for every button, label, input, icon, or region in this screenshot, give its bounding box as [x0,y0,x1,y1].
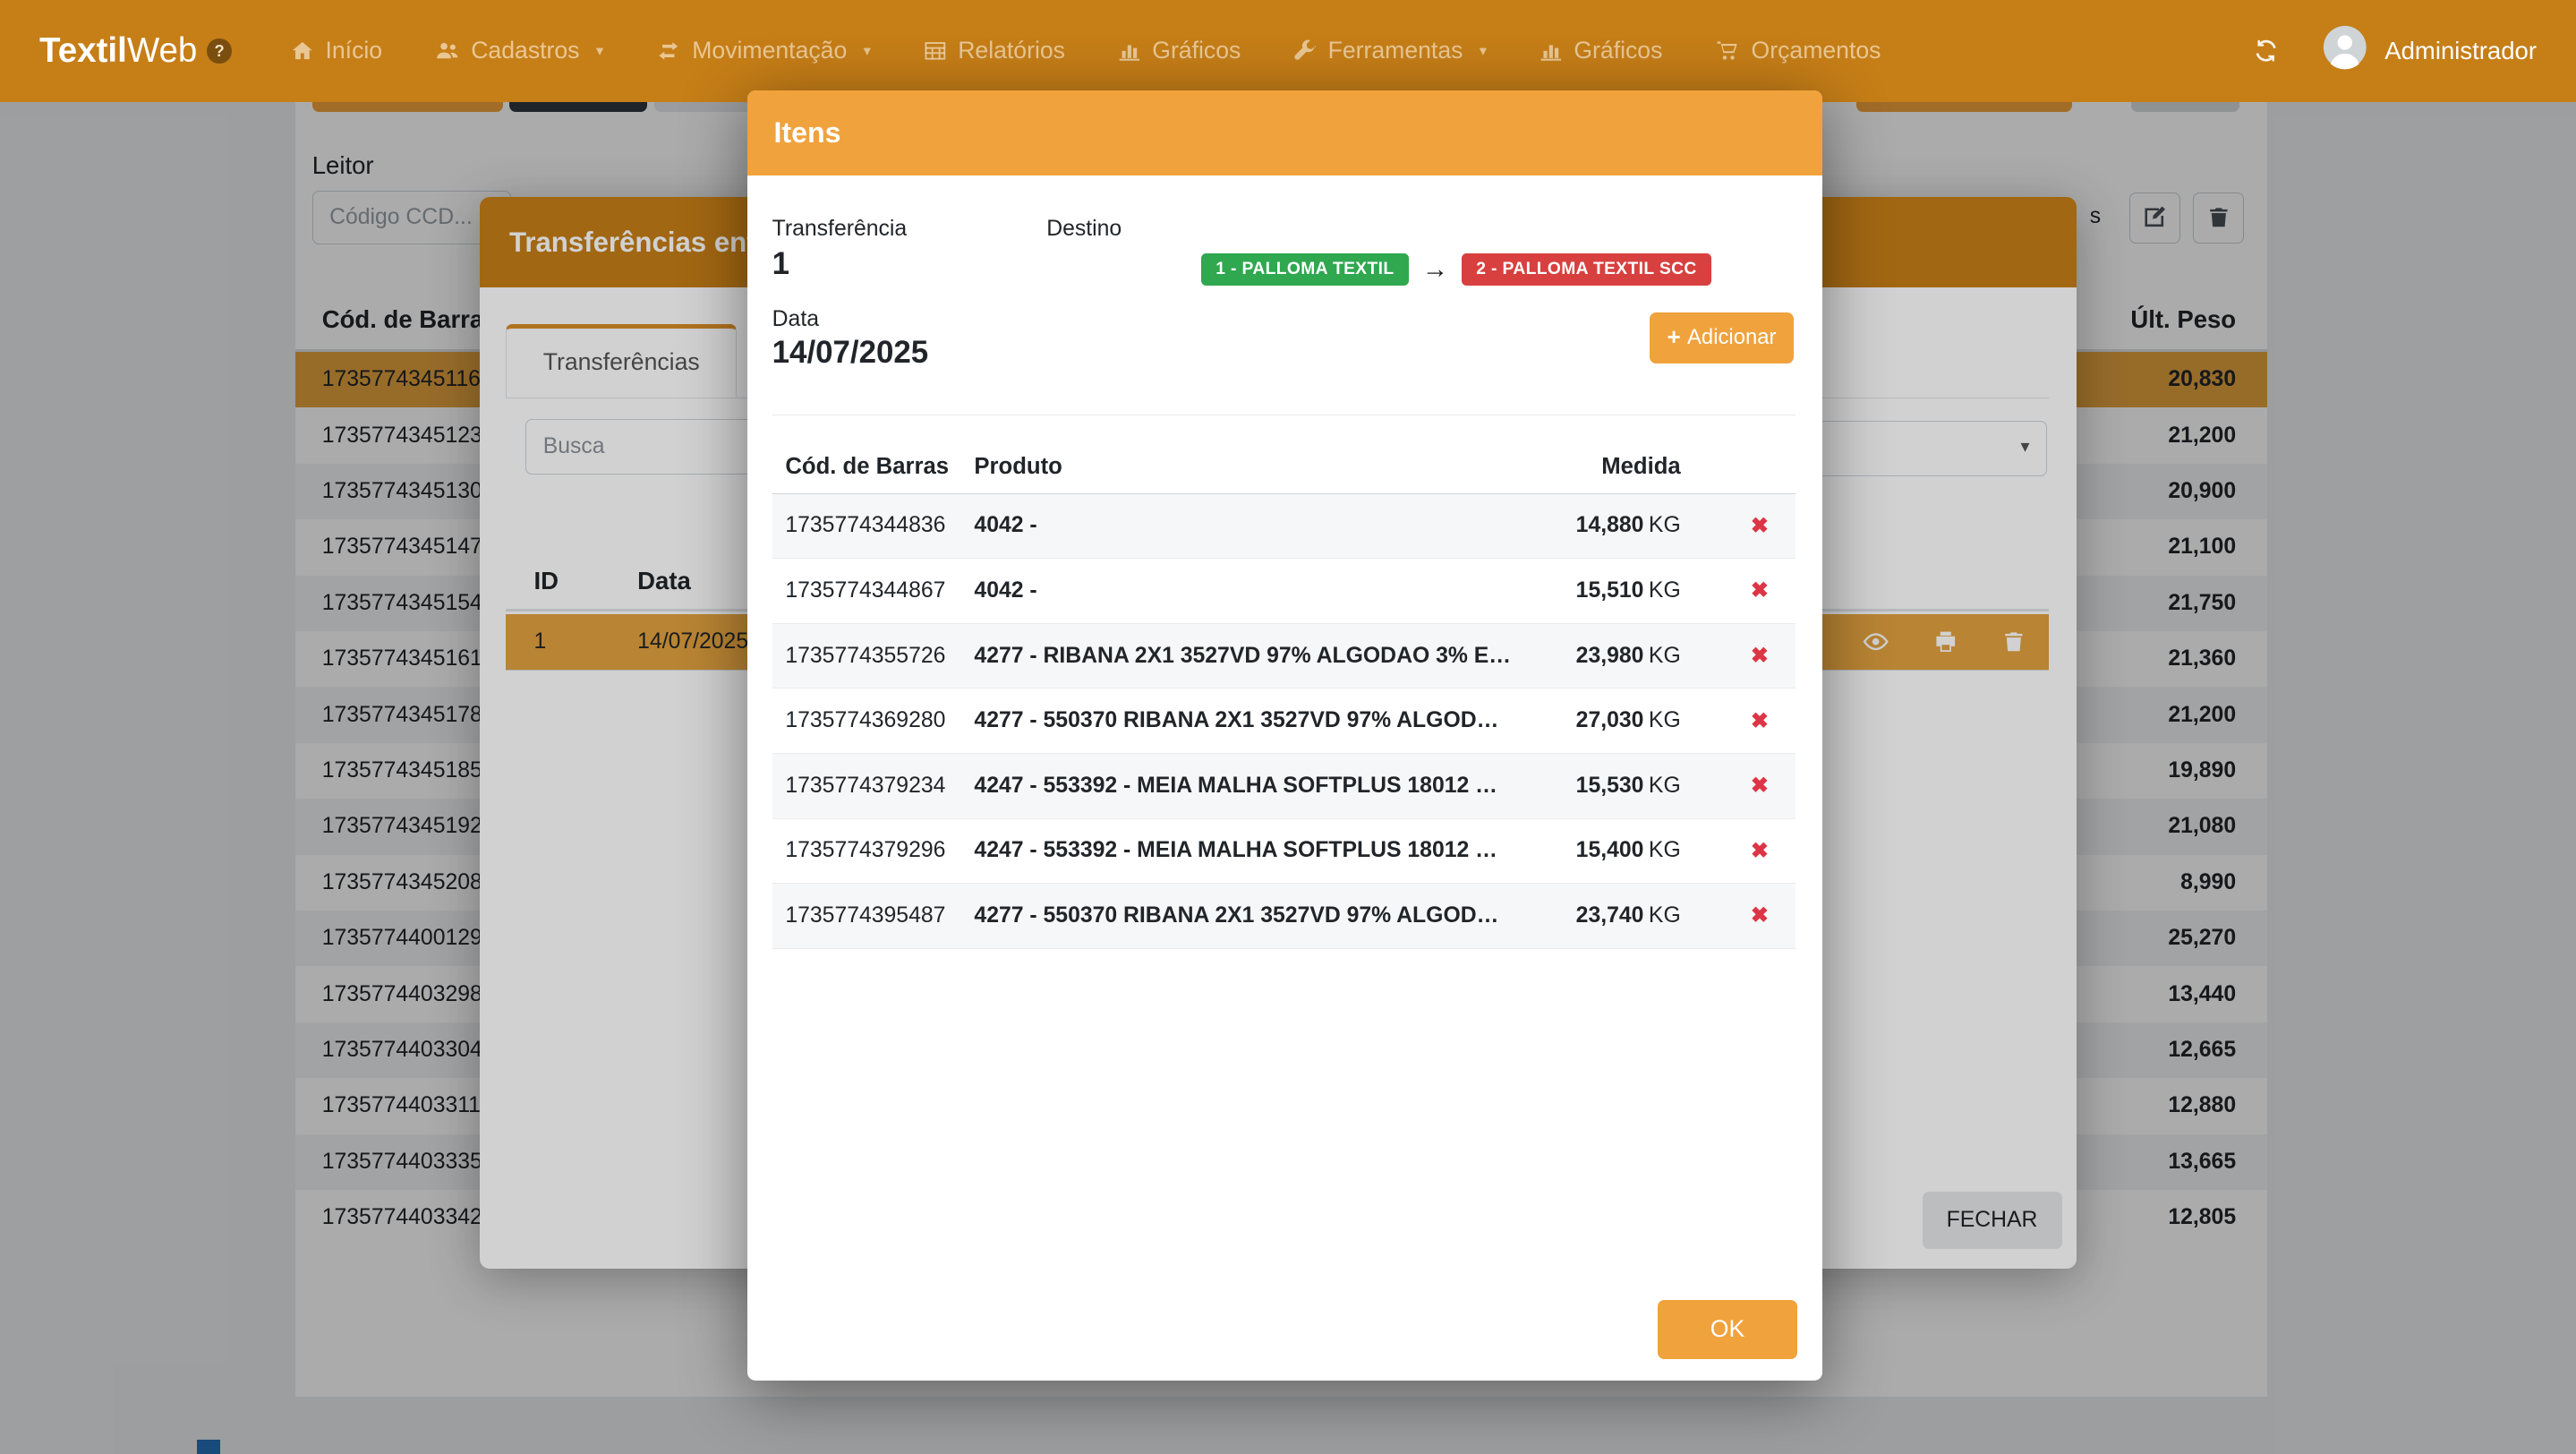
help-icon[interactable]: ? [207,38,232,64]
item-row: 1735774379296 4247 - 553392 - MEIA MALHA… [772,819,1796,885]
user-name: Administrador [2384,37,2537,65]
item-produto: 4042 - [961,513,1510,538]
wrench-icon [1293,39,1317,63]
nav-item-label: Relatórios [958,37,1065,64]
transferencia-label: Transferência [772,217,908,242]
nav-item-label: Ferramentas [1328,37,1463,64]
home-icon [291,39,314,63]
nav-item-label: Orçamentos [1752,37,1881,64]
bar-chart-icon [1540,39,1563,63]
plus-icon: + [1668,325,1681,351]
item-produto: 4277 - RIBANA 2X1 3527VD 97% ALGODAO 3% … [961,644,1510,669]
nav-item-cadastros[interactable]: Cadastros ▾ [435,37,603,64]
remove-item-button[interactable]: ✖ [1751,513,1769,539]
brand-logo[interactable]: TextilWeb ? [39,31,232,71]
destino-label: Destino [1046,217,1122,242]
nav-item-label: Gráficos [1574,37,1662,64]
avatar [2323,25,2367,77]
item-barcode: 1735774369280 [772,708,961,733]
item-medida: 23,740KG [1510,903,1724,928]
item-produto: 4277 - 550370 RIBANA 2X1 3527VD 97% ALGO… [961,903,1510,928]
nav-item-graficos-2[interactable]: Gráficos [1540,37,1663,64]
navbar: TextilWeb ? Início Cadastros ▾ Movimenta… [0,0,2576,102]
adicionar-label: Adicionar [1687,325,1776,350]
chevron-down-icon: ▾ [596,42,603,60]
remove-item-button[interactable]: ✖ [1751,902,1769,928]
arrow-right-icon: → [1422,256,1448,282]
chevron-down-icon: ▾ [1480,42,1487,60]
chevron-down-icon: ▾ [864,42,871,60]
brand-part-2: Web [127,31,198,71]
nav-item-inicio[interactable]: Início [291,37,382,64]
nav-item-ferramentas[interactable]: Ferramentas ▾ [1293,37,1487,64]
bar-chart-icon [1118,39,1141,63]
nav-item-label: Cadastros [471,37,579,64]
destination-badge: 2 - PALLOMA TEXTIL SCC [1462,253,1711,287]
item-medida: 14,880KG [1510,513,1724,538]
users-icon [435,39,460,63]
itens-modal: Itens Transferência 1 Destino 1 - PALLOM… [747,90,1821,1381]
remove-item-button[interactable]: ✖ [1751,577,1769,603]
itens-modal-title: Itens [774,116,841,150]
adicionar-button[interactable]: + Adicionar [1650,312,1795,364]
item-produto: 4042 - [961,578,1510,603]
ok-button[interactable]: OK [1658,1300,1797,1359]
item-medida: 23,980KG [1510,644,1724,669]
item-barcode: 1735774379296 [772,838,961,863]
exchange-icon [656,40,681,62]
item-row: 1735774344867 4042 - 15,510KG ✖ [772,559,1796,624]
item-medida: 15,510KG [1510,578,1724,603]
column-header-barcode: Cód. de Barras [772,454,961,480]
item-barcode: 1735774395487 [772,903,961,928]
nav-menu: Início Cadastros ▾ Movimentação ▾ Relató… [291,37,1881,64]
column-header-medida: Medida [1510,454,1724,480]
item-medida: 15,530KG [1510,774,1724,799]
remove-item-button[interactable]: ✖ [1751,838,1769,864]
item-row: 1735774355726 4277 - RIBANA 2X1 3527VD 9… [772,624,1796,689]
brand-part-1: Textil [39,31,127,71]
data-value: 14/07/2025 [772,335,928,371]
remove-item-button[interactable]: ✖ [1751,708,1769,734]
nav-item-label: Movimentação [692,37,847,64]
nav-item-graficos-1[interactable]: Gráficos [1118,37,1241,64]
nav-item-movimentacao[interactable]: Movimentação ▾ [656,37,871,64]
table-icon [924,39,947,63]
app-root: TextilWeb ? Início Cadastros ▾ Movimenta… [0,0,2576,1454]
remove-item-button[interactable]: ✖ [1751,643,1769,669]
origin-badge: 1 - PALLOMA TEXTIL [1201,253,1409,287]
nav-item-relatorios[interactable]: Relatórios [924,37,1065,64]
nav-item-orcamentos[interactable]: Orçamentos [1715,37,1881,64]
navbar-right: Administrador [2253,25,2537,77]
item-barcode: 1735774379234 [772,774,961,799]
nav-item-label: Início [325,37,382,64]
item-produto: 4277 - 550370 RIBANA 2X1 3527VD 97% ALGO… [961,708,1510,733]
items-table-header: Cód. de Barras Produto Medida [772,440,1796,494]
item-medida: 27,030KG [1510,708,1724,733]
itens-modal-header: Itens [747,90,1821,175]
items-table-body: 1735774344836 4042 - 14,880KG ✖ 17357743… [772,494,1796,949]
item-barcode: 1735774344867 [772,578,961,603]
item-medida: 15,400KG [1510,838,1724,863]
remove-item-button[interactable]: ✖ [1751,773,1769,799]
items-table: Cód. de Barras Produto Medida 1735774344… [772,440,1796,949]
data-label: Data [772,307,819,332]
refresh-button[interactable] [2253,38,2279,64]
cart-icon [1715,39,1740,63]
item-row: 1735774344836 4042 - 14,880KG ✖ [772,494,1796,560]
item-barcode: 1735774355726 [772,644,961,669]
user-menu[interactable]: Administrador [2323,25,2537,77]
item-produto: 4247 - 553392 - MEIA MALHA SOFTPLUS 1801… [961,838,1510,863]
transferencia-value: 1 [772,246,789,282]
item-barcode: 1735774344836 [772,513,961,538]
item-row: 1735774369280 4277 - 550370 RIBANA 2X1 3… [772,689,1796,754]
column-header-produto: Produto [961,454,1510,480]
item-row: 1735774395487 4277 - 550370 RIBANA 2X1 3… [772,884,1796,949]
transfer-route: 1 - PALLOMA TEXTIL → 2 - PALLOMA TEXTIL … [1201,253,1711,287]
item-produto: 4247 - 553392 - MEIA MALHA SOFTPLUS 1801… [961,774,1510,799]
item-row: 1735774379234 4247 - 553392 - MEIA MALHA… [772,754,1796,819]
nav-item-label: Gráficos [1152,37,1241,64]
